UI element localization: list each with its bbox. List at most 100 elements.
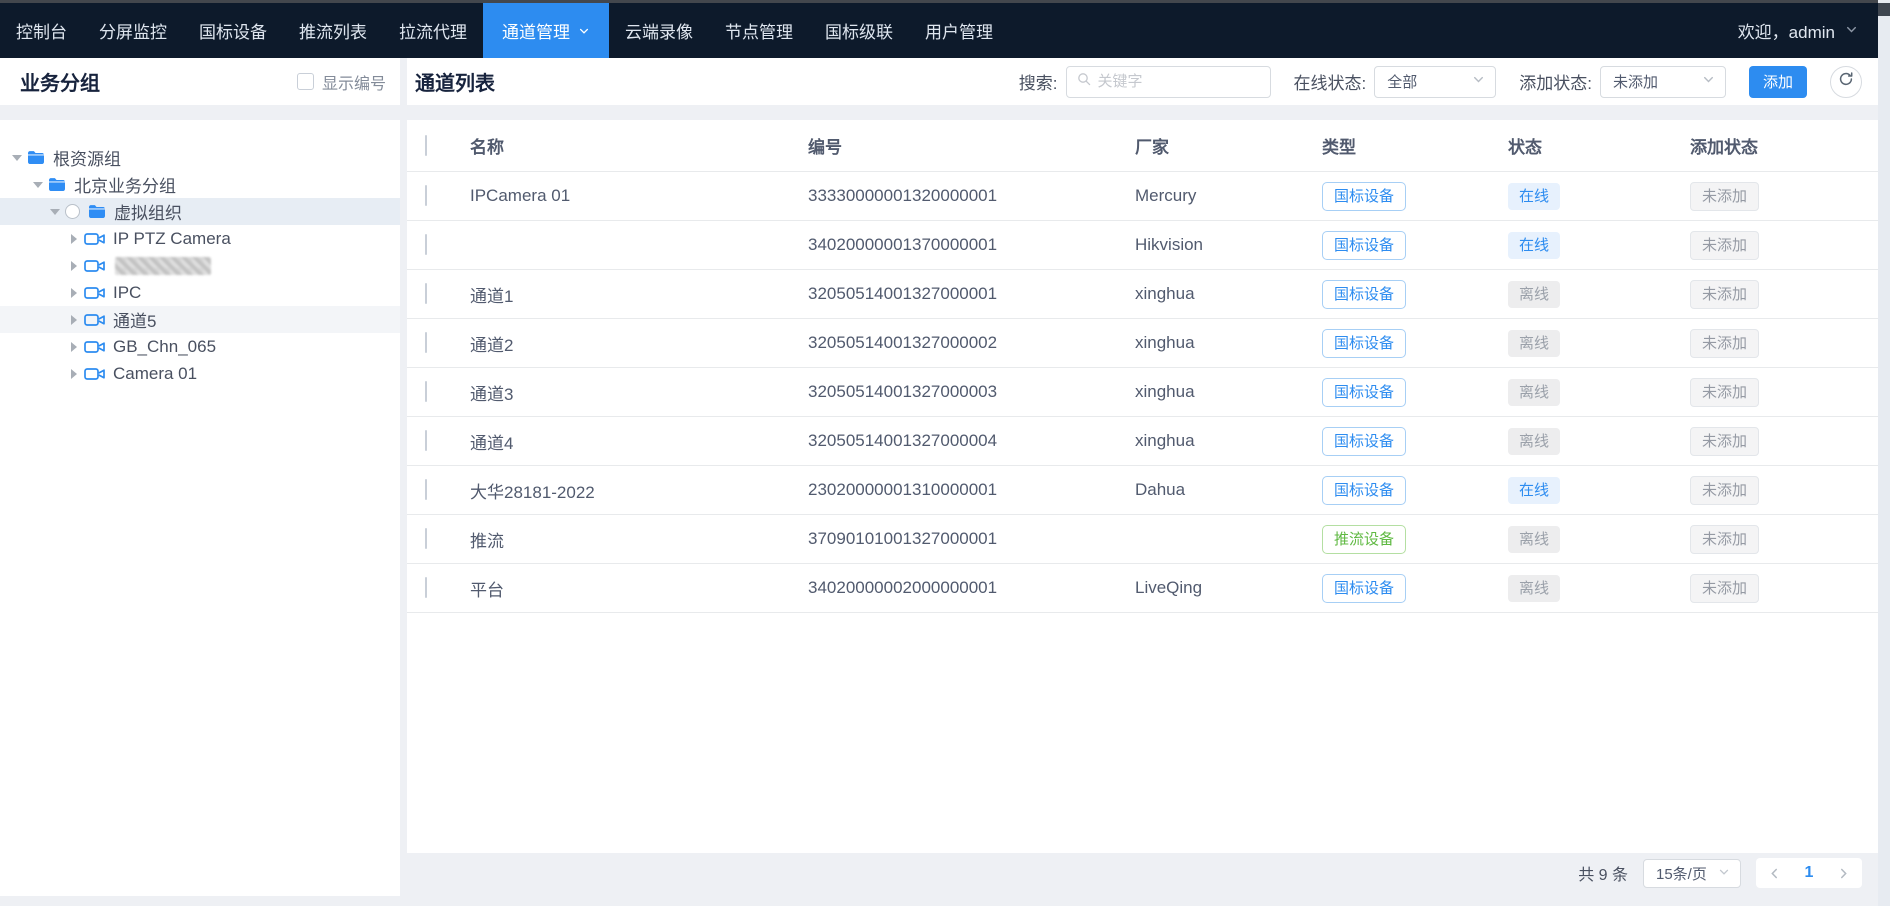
folder-icon (48, 177, 66, 192)
folder-icon (27, 150, 45, 165)
tree-caret-icon[interactable] (71, 234, 77, 244)
select-all-checkbox[interactable] (425, 135, 427, 156)
nav-item-label: 拉流代理 (399, 18, 467, 43)
tree-caret-icon[interactable] (71, 261, 77, 271)
type-badge[interactable]: 国标设备 (1322, 476, 1406, 505)
nav-item-通道管理[interactable]: 通道管理 (483, 3, 609, 58)
scrollbar-thumb[interactable] (1878, 3, 1890, 16)
tree-caret-icon[interactable] (71, 288, 77, 298)
row-checkbox[interactable] (425, 381, 427, 402)
added-badge[interactable]: 未添加 (1690, 182, 1759, 211)
nav-item-云端录像[interactable]: 云端录像 (609, 3, 709, 58)
online-status-label: 在线状态: (1294, 69, 1367, 94)
tree-node[interactable]: IP PTZ Camera (0, 225, 400, 252)
add-button[interactable]: 添加 (1749, 66, 1807, 98)
row-checkbox[interactable] (425, 577, 427, 598)
nav-item-推流列表[interactable]: 推流列表 (283, 3, 383, 58)
added-badge[interactable]: 未添加 (1690, 525, 1759, 554)
folder-icon (88, 204, 106, 219)
tree-caret-icon[interactable] (12, 155, 22, 161)
header-status: 状态 (1508, 133, 1690, 158)
type-badge[interactable]: 国标设备 (1322, 280, 1406, 309)
tree-caret-icon[interactable] (33, 182, 43, 188)
added-badge[interactable]: 未添加 (1690, 574, 1759, 603)
tree-node[interactable]: GB_Chn_065 (0, 333, 400, 360)
added-badge[interactable]: 未添加 (1690, 476, 1759, 505)
added-badge[interactable]: 未添加 (1690, 329, 1759, 358)
nav-item-国标设备[interactable]: 国标设备 (183, 3, 283, 58)
nav-item-分屏监控[interactable]: 分屏监控 (83, 3, 183, 58)
online-status-select[interactable]: 全部 (1374, 66, 1496, 98)
status-badge[interactable]: 在线 (1508, 183, 1560, 210)
row-checkbox[interactable] (425, 332, 427, 353)
tree-node[interactable]: 通道5 (0, 306, 400, 333)
row-checkbox[interactable] (425, 430, 427, 451)
tree-caret-icon[interactable] (71, 315, 77, 325)
refresh-button[interactable] (1830, 66, 1862, 98)
search-input[interactable] (1098, 73, 1297, 90)
status-badge[interactable]: 离线 (1508, 575, 1560, 602)
header-id: 编号 (808, 133, 1135, 158)
current-page[interactable]: 1 (1805, 864, 1814, 882)
type-badge[interactable]: 国标设备 (1322, 574, 1406, 603)
next-page-button[interactable] (1837, 867, 1850, 880)
camera-icon (84, 366, 105, 382)
nav-item-控制台[interactable]: 控制台 (0, 3, 83, 58)
user-menu[interactable]: 欢迎，admin (1738, 3, 1878, 58)
cell-name: 大华28181-2022 (470, 478, 808, 503)
show-number-checkbox[interactable] (297, 73, 314, 90)
table-row: 通道2 32050514001327000002 xinghua 国标设备 离线… (407, 319, 1878, 368)
nav-item-拉流代理[interactable]: 拉流代理 (383, 3, 483, 58)
tree-node-label: 通道5 (113, 307, 156, 332)
type-badge[interactable]: 国标设备 (1322, 231, 1406, 260)
row-checkbox[interactable] (425, 234, 427, 255)
search-box[interactable] (1066, 66, 1271, 98)
nav-item-节点管理[interactable]: 节点管理 (709, 3, 809, 58)
cell-id: 32050514001327000003 (808, 382, 1135, 402)
tree-caret-icon[interactable] (50, 209, 60, 215)
type-badge[interactable]: 国标设备 (1322, 427, 1406, 456)
nav-item-用户管理[interactable]: 用户管理 (909, 3, 1009, 58)
row-checkbox[interactable] (425, 479, 427, 500)
status-badge[interactable]: 离线 (1508, 526, 1560, 553)
added-badge[interactable]: 未添加 (1690, 280, 1759, 309)
cell-name: IPCamera 01 (470, 186, 808, 206)
tree-node[interactable]: 虚拟组织 (0, 198, 400, 225)
type-badge[interactable]: 国标设备 (1322, 182, 1406, 211)
online-status-value: 全部 (1387, 71, 1417, 92)
status-badge[interactable]: 离线 (1508, 281, 1560, 308)
status-badge[interactable]: 离线 (1508, 379, 1560, 406)
page-scrollbar[interactable] (1878, 0, 1890, 906)
tree-node[interactable] (0, 252, 400, 279)
show-number-toggle[interactable]: 显示编号 (297, 70, 386, 94)
status-badge[interactable]: 在线 (1508, 232, 1560, 259)
added-badge[interactable]: 未添加 (1690, 427, 1759, 456)
show-number-label: 显示编号 (322, 70, 386, 94)
tree-caret-icon[interactable] (71, 342, 77, 352)
added-status-select[interactable]: 未添加 (1600, 66, 1726, 98)
nav-item-国标级联[interactable]: 国标级联 (809, 3, 909, 58)
tree-node[interactable]: 根资源组 (0, 144, 400, 171)
type-badge[interactable]: 国标设备 (1322, 329, 1406, 358)
cell-vendor: Hikvision (1135, 235, 1322, 255)
tree-node[interactable]: IPC (0, 279, 400, 306)
status-badge[interactable]: 离线 (1508, 330, 1560, 357)
row-checkbox[interactable] (425, 528, 427, 549)
tree-radio[interactable] (65, 204, 80, 219)
added-badge[interactable]: 未添加 (1690, 231, 1759, 260)
type-badge[interactable]: 推流设备 (1322, 525, 1406, 554)
row-checkbox[interactable] (425, 283, 427, 304)
prev-page-button[interactable] (1768, 867, 1781, 880)
added-badge[interactable]: 未添加 (1690, 378, 1759, 407)
camera-icon (84, 231, 105, 247)
status-badge[interactable]: 离线 (1508, 428, 1560, 455)
status-badge[interactable]: 在线 (1508, 477, 1560, 504)
row-checkbox[interactable] (425, 185, 427, 206)
type-badge[interactable]: 国标设备 (1322, 378, 1406, 407)
camera-icon (84, 312, 105, 328)
tree-caret-icon[interactable] (71, 369, 77, 379)
tree-node[interactable]: 北京业务分组 (0, 171, 400, 198)
tree-node[interactable]: Camera 01 (0, 360, 400, 387)
page-size-select[interactable]: 15条/页 (1643, 859, 1741, 888)
nav-item-label: 国标级联 (825, 18, 893, 43)
